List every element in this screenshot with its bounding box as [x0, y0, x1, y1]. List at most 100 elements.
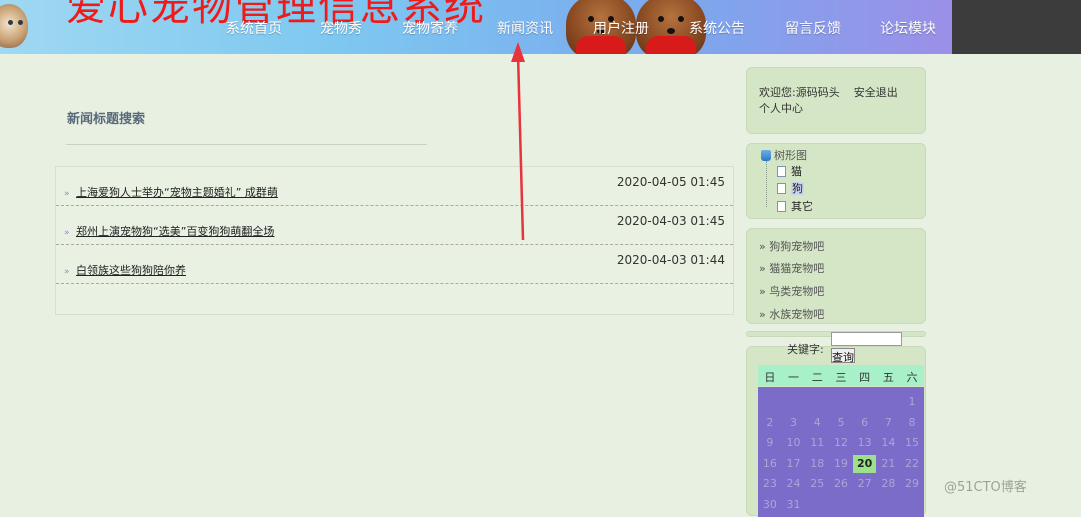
calendar-day[interactable]: 6	[853, 414, 877, 432]
forum-link-label: 猫猫宠物吧	[769, 262, 825, 275]
document-icon	[777, 183, 786, 194]
keyword-label: 关键字:	[787, 343, 824, 356]
forum-link-aquatic[interactable]: » 水族宠物吧	[759, 306, 824, 322]
calendar-grid: 1 2 3 4 5 6 7 8 9 10 11 12 13 14 15 16 17 18 19 20 21 22 23 24 2…	[758, 387, 924, 517]
profile-link[interactable]: 个人中心	[759, 102, 803, 115]
calendar-day[interactable]: 9	[758, 434, 782, 452]
calendar-day[interactable]: 3	[782, 414, 806, 432]
calendar-day[interactable]: 5	[829, 414, 853, 432]
calendar-day[interactable]: 16	[758, 455, 782, 473]
news-date: 2020-04-03 01:44	[616, 253, 725, 267]
header-right-filler	[952, 0, 1081, 54]
document-icon	[777, 201, 786, 212]
news-row: » 郑州上演宠物狗“选美”百变狗狗萌翻全场 2020-04-03 01:45	[56, 206, 733, 245]
header-banner: 爱心宠物管理信息系统 系统首页 宠物秀 宠物寄养 新闻资讯 用户注册 系统公告 …	[0, 0, 952, 54]
forum-link-bird[interactable]: » 鸟类宠物吧	[759, 283, 824, 299]
news-list: » 上海爱狗人士举办“宠物主题婚礼” 成群萌 2020-04-05 01:45 …	[55, 166, 734, 315]
calendar-day[interactable]: 4	[805, 414, 829, 432]
calendar-weekday-header: 日一二三四五六	[758, 365, 924, 386]
nav-feedback[interactable]: 留言反馈	[785, 18, 841, 38]
nav-pet-show[interactable]: 宠物秀	[320, 18, 362, 38]
forum-link-label: 水族宠物吧	[769, 308, 825, 321]
calendar-day[interactable]: 11	[805, 434, 829, 452]
tree-root-label: 树形图	[774, 149, 807, 162]
calendar-day[interactable]: 27	[853, 475, 877, 493]
tree-guide-line	[766, 161, 768, 207]
calendar-weekday: 日	[764, 371, 776, 384]
username: 源码码头	[795, 86, 840, 99]
calendar-day[interactable]: 10	[782, 434, 806, 452]
tree-root-icon	[761, 150, 771, 161]
watermark: @51CTO博客	[944, 480, 1027, 495]
tree-node-cat[interactable]: 猫	[777, 163, 802, 179]
forum-link-label: 狗狗宠物吧	[769, 240, 825, 253]
calendar-weekday: 一	[788, 371, 800, 384]
calendar-weekday: 三	[835, 371, 847, 384]
calendar-day[interactable]: 21	[877, 455, 901, 473]
calendar-day[interactable]: 25	[805, 475, 829, 493]
calendar-weekday: 六	[906, 371, 918, 384]
forum-link-label: 鸟类宠物吧	[769, 285, 825, 298]
news-title-link[interactable]: 白领族这些狗狗陪你养	[76, 262, 186, 278]
calendar-day[interactable]: 13	[853, 434, 877, 452]
calendar-day[interactable]: 7	[877, 414, 901, 432]
search-title: 新闻标题搜索	[67, 112, 146, 127]
nav-register[interactable]: 用户注册	[593, 18, 649, 38]
calendar-day[interactable]: 19	[829, 455, 853, 473]
calendar-day[interactable]: 23	[758, 475, 782, 493]
category-tree: 树形图 猫 狗 其它	[746, 143, 926, 219]
bullet-icon: »	[64, 189, 70, 199]
nav-forum[interactable]: 论坛模块	[880, 18, 936, 38]
nav-announcements[interactable]: 系统公告	[689, 18, 745, 38]
news-title-link[interactable]: 郑州上演宠物狗“选美”百变狗狗萌翻全场	[76, 223, 274, 239]
annotation-arrow-icon	[511, 42, 525, 241]
calendar-day[interactable]: 28	[877, 475, 901, 493]
news-date: 2020-04-03 01:45	[616, 214, 725, 228]
forum-link-cat[interactable]: » 猫猫宠物吧	[759, 260, 824, 276]
calendar-day[interactable]: 30	[758, 496, 782, 514]
tree-node-other[interactable]: 其它	[777, 198, 813, 214]
news-row: » 白领族这些狗狗陪你养 2020-04-03 01:44	[56, 245, 733, 284]
news-date: 2020-04-05 01:45	[616, 175, 725, 189]
query-button[interactable]: 查询	[831, 348, 855, 364]
nav-news[interactable]: 新闻资讯	[497, 18, 553, 38]
keyword-input[interactable]	[831, 332, 902, 346]
forum-links: » 狗狗宠物吧 » 猫猫宠物吧 » 鸟类宠物吧 » 水族宠物吧	[746, 228, 926, 324]
calendar-weekday: 五	[882, 371, 894, 384]
bullet-icon: »	[64, 267, 70, 277]
tree-node-label: 猫	[791, 165, 802, 178]
calendar-day[interactable]: 2	[758, 414, 782, 432]
calendar-day[interactable]: 17	[782, 455, 806, 473]
calendar-day[interactable]: 8	[900, 414, 924, 432]
tree-node-label: 其它	[791, 200, 813, 213]
forum-link-dog[interactable]: » 狗狗宠物吧	[759, 238, 824, 254]
calendar-day[interactable]: 24	[782, 475, 806, 493]
search-divider	[66, 144, 427, 145]
calendar-day[interactable]: 14	[877, 434, 901, 452]
calendar-day[interactable]: 31	[782, 496, 806, 514]
nav-home[interactable]: 系统首页	[226, 18, 282, 38]
main-nav: 系统首页 宠物秀 宠物寄养 新闻资讯 用户注册 系统公告 留言反馈 论坛模块	[0, 0, 952, 54]
bullet-icon: »	[64, 228, 70, 238]
calendar-day[interactable]: 22	[900, 455, 924, 473]
calendar-day[interactable]: 18	[805, 455, 829, 473]
calendar-day[interactable]: 12	[829, 434, 853, 452]
calendar-day[interactable]: 29	[900, 475, 924, 493]
welcome-prefix: 欢迎您:	[759, 86, 796, 99]
calendar-weekday: 二	[811, 371, 823, 384]
profile-line: 个人中心	[759, 100, 803, 116]
document-icon	[777, 166, 786, 177]
logout-link[interactable]: 安全退出	[854, 86, 898, 99]
welcome-line: 欢迎您:源码码头 安全退出	[759, 84, 898, 100]
tree-node-dog[interactable]: 狗	[777, 180, 804, 196]
calendar-day[interactable]: 15	[900, 434, 924, 452]
calendar-day[interactable]: 26	[829, 475, 853, 493]
calendar-day[interactable]: 1	[900, 393, 924, 411]
tree-node-label: 狗	[791, 182, 804, 195]
calendar-weekday: 四	[859, 371, 871, 384]
news-row: » 上海爱狗人士举办“宠物主题婚礼” 成群萌 2020-04-05 01:45	[56, 167, 733, 206]
welcome-box: 欢迎您:源码码头 安全退出 个人中心	[746, 67, 926, 134]
calendar-day-today[interactable]: 20	[852, 454, 877, 473]
nav-pet-boarding[interactable]: 宠物寄养	[402, 18, 458, 38]
news-title-link[interactable]: 上海爱狗人士举办“宠物主题婚礼” 成群萌	[76, 184, 278, 200]
